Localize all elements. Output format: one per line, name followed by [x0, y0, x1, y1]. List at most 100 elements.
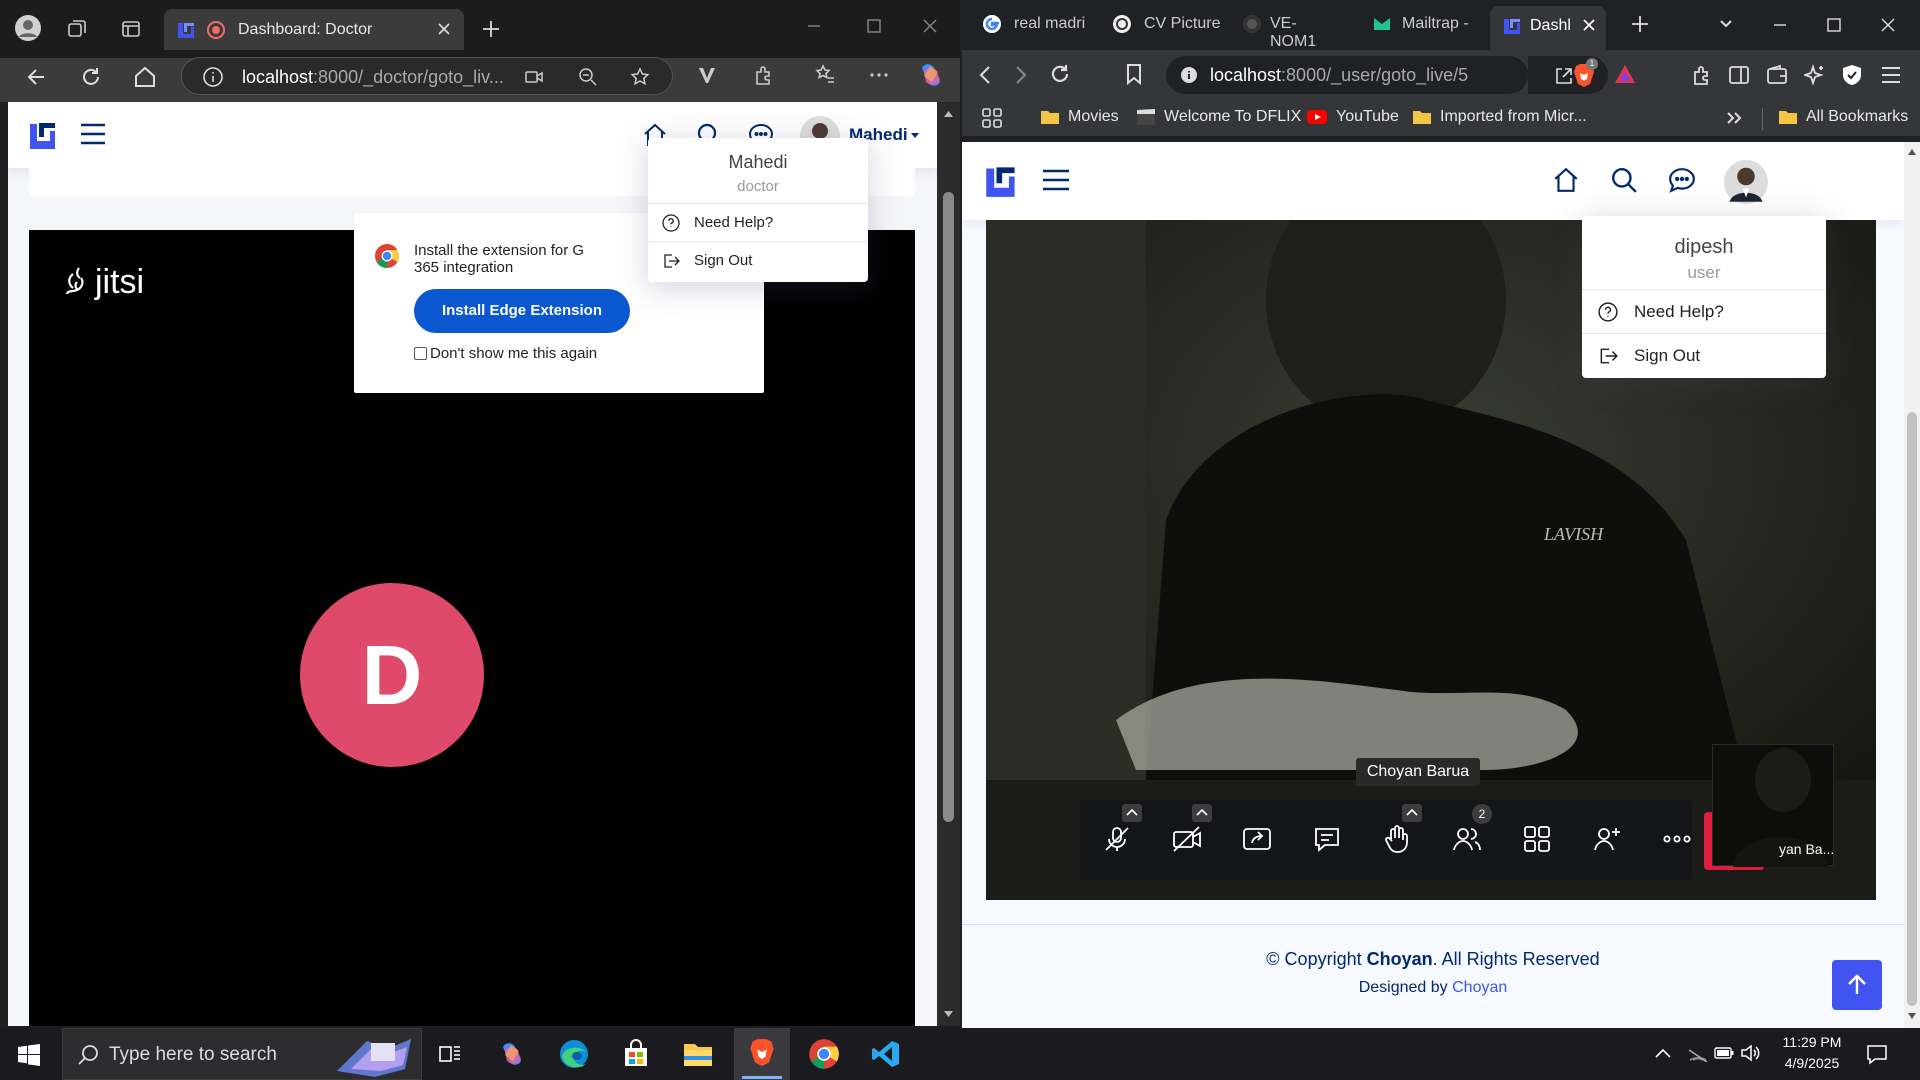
page-scrollbar[interactable] — [937, 102, 960, 1026]
back-to-top-button[interactable] — [1832, 960, 1882, 1010]
new-tab-icon[interactable] — [480, 18, 502, 40]
tab-real-madrid[interactable]: real madri — [982, 9, 1102, 41]
tab-dashboard-active[interactable]: Dashl — [1490, 6, 1606, 50]
invite-people-icon[interactable] — [1590, 822, 1624, 856]
hamburger-menu-icon[interactable] — [1042, 168, 1070, 192]
share-icon[interactable] — [1554, 66, 1574, 86]
microphone-muted-icon[interactable] — [1100, 822, 1134, 856]
camera-off-icon[interactable] — [1170, 822, 1204, 856]
scrollbar-thumb[interactable] — [943, 192, 954, 822]
copilot-taskbar-icon[interactable] — [494, 1036, 530, 1072]
tab-venom[interactable]: VE-NOM1 — [1242, 9, 1342, 50]
windows-start-icon[interactable] — [18, 1044, 40, 1066]
home-icon[interactable] — [132, 64, 158, 90]
extensions-icon[interactable] — [752, 64, 774, 86]
address-bar[interactable]: localhost:8000/_user/goto_live/5 — [1166, 56, 1528, 94]
dropdown-item-sign-out[interactable]: Sign Out — [1582, 334, 1826, 378]
refresh-icon[interactable] — [78, 64, 104, 90]
site-info-icon[interactable] — [202, 66, 224, 88]
microsoft-store-icon[interactable] — [618, 1036, 654, 1072]
extensions-icon[interactable] — [1690, 64, 1712, 86]
scrollbar-thumb[interactable] — [1907, 412, 1917, 1006]
edge-taskbar-icon[interactable] — [556, 1036, 592, 1072]
bookmark-all-bookmarks[interactable]: All Bookmarks — [1778, 108, 1908, 126]
tab-search-chevron-icon[interactable] — [1718, 16, 1734, 32]
vimeo-extension-icon[interactable] — [696, 64, 718, 86]
vscode-taskbar-icon[interactable] — [868, 1036, 904, 1072]
new-tab-icon[interactable] — [1630, 14, 1650, 34]
refresh-icon[interactable] — [1048, 62, 1072, 86]
tab-cv-picture[interactable]: CV Picture — [1112, 9, 1232, 41]
reactions-chevron-icon[interactable] — [1402, 804, 1422, 822]
tab-dashboard-doctor[interactable]: Dashboard: Doctor — [164, 9, 464, 50]
bookmark-imported[interactable]: Imported from Micr... — [1412, 108, 1587, 126]
minimize-icon[interactable] — [1772, 17, 1788, 33]
participants-icon[interactable] — [1450, 822, 1484, 856]
back-icon[interactable] — [24, 64, 50, 90]
dropdown-item-need-help[interactable]: Need Help? — [648, 204, 868, 242]
address-bar[interactable]: localhost:8000/_doctor/goto_liv... — [181, 57, 673, 95]
brave-taskbar-active[interactable] — [734, 1028, 790, 1080]
maximize-icon[interactable] — [1826, 17, 1842, 33]
bookmark-movies[interactable]: Movies — [1040, 108, 1119, 126]
favorites-icon[interactable] — [814, 64, 836, 86]
chat-icon[interactable] — [1310, 822, 1344, 856]
tile-view-icon[interactable] — [1520, 822, 1554, 856]
task-view-icon[interactable] — [432, 1036, 468, 1072]
close-window-icon[interactable] — [1880, 17, 1896, 33]
apps-grid-icon[interactable] — [982, 108, 1002, 128]
back-icon[interactable] — [976, 64, 996, 86]
zoom-icon[interactable] — [578, 67, 598, 87]
raise-hand-icon[interactable] — [1380, 822, 1414, 856]
copilot-icon[interactable] — [916, 60, 946, 90]
site-info-icon[interactable] — [1180, 66, 1198, 84]
site-logo-icon[interactable] — [984, 164, 1018, 198]
volume-icon[interactable] — [1740, 1044, 1760, 1062]
wifi-icon[interactable] — [1688, 1044, 1708, 1062]
wallet-icon[interactable] — [1766, 64, 1788, 86]
chat-icon[interactable] — [1668, 166, 1696, 194]
notifications-icon[interactable] — [1866, 1043, 1888, 1065]
leo-ai-icon[interactable] — [1804, 64, 1826, 86]
favorite-star-icon[interactable] — [630, 67, 650, 87]
clock[interactable]: 11:29 PM 4/9/2025 — [1764, 1034, 1860, 1071]
hamburger-menu-icon[interactable] — [80, 122, 106, 146]
avatar[interactable] — [1724, 160, 1768, 204]
dont-show-checkbox[interactable] — [414, 347, 427, 360]
install-edge-extension-button[interactable]: Install Edge Extension — [414, 289, 630, 333]
close-tab-icon[interactable] — [436, 21, 452, 37]
tab-mailtrap[interactable]: Mailtrap - — [1372, 9, 1482, 41]
screen-share-icon[interactable] — [1240, 822, 1274, 856]
close-window-icon[interactable] — [922, 18, 938, 34]
dropdown-item-sign-out[interactable]: Sign Out — [648, 242, 868, 280]
bookmark-icon[interactable] — [1124, 62, 1144, 86]
more-actions-icon[interactable] — [1660, 822, 1694, 856]
mic-options-chevron-icon[interactable] — [1122, 804, 1142, 822]
workspaces-icon[interactable] — [66, 18, 88, 40]
taskbar-search[interactable]: Type here to search — [62, 1028, 422, 1080]
sidebar-icon[interactable] — [1728, 64, 1750, 86]
minimize-icon[interactable] — [806, 18, 822, 34]
jitsi-meeting[interactable]: jitsi Install the extension for G 365 in… — [29, 213, 915, 1026]
designed-by-link[interactable]: Choyan — [1452, 979, 1507, 996]
profile-icon[interactable] — [14, 14, 42, 42]
scroll-down-icon[interactable] — [1907, 1012, 1917, 1020]
battery-icon[interactable] — [1714, 1046, 1734, 1060]
show-hidden-icons-icon[interactable] — [1654, 1046, 1672, 1060]
scroll-up-icon[interactable] — [943, 110, 954, 118]
bookmark-dflix[interactable]: Welcome To DFLIX — [1136, 108, 1301, 126]
chrome-taskbar-icon[interactable] — [806, 1036, 842, 1072]
file-explorer-icon[interactable] — [680, 1036, 716, 1072]
close-tab-icon[interactable] — [1582, 18, 1596, 32]
local-video-thumbnail[interactable]: yan Ba... — [1712, 744, 1834, 867]
search-icon[interactable] — [1610, 166, 1638, 194]
brave-lion-icon[interactable]: 1 — [1572, 58, 1598, 88]
camera-options-chevron-icon[interactable] — [1192, 804, 1212, 822]
brave-rewards-icon[interactable] — [1614, 64, 1636, 84]
more-bookmarks-icon[interactable] — [1726, 110, 1742, 126]
page-scrollbar[interactable] — [1904, 142, 1920, 1028]
scroll-up-icon[interactable] — [1907, 148, 1917, 156]
dropdown-item-need-help[interactable]: Need Help? — [1582, 290, 1826, 334]
home-nav-icon[interactable] — [1552, 166, 1580, 194]
forward-icon[interactable] — [1010, 64, 1030, 86]
